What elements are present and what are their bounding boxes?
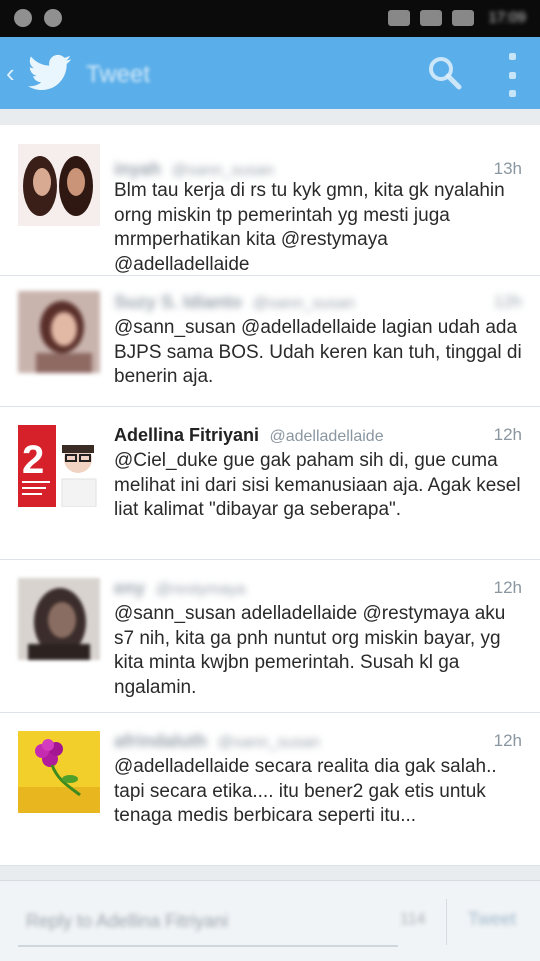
svg-text:2: 2: [22, 438, 44, 482]
overflow-menu-icon[interactable]: [502, 53, 522, 97]
app-bar: ‹ Tweet: [0, 37, 540, 109]
tweet-author-name[interactable]: Adellina Fitriyani: [114, 425, 259, 445]
tweet-author-handle[interactable]: @restymaya: [155, 581, 245, 598]
tweet-header: Suzy S. Idianto @sann_susan 12h: [114, 292, 522, 316]
tweet-author-handle[interactable]: @sann_susan: [252, 295, 355, 312]
tweet-timestamp: 12h: [493, 578, 522, 597]
tweet-header: Adellina Fitriyani @adelladellaide 12h: [114, 425, 522, 449]
tweet-author-handle[interactable]: @adelladellaide: [269, 428, 383, 445]
tweet-header: eny @restymaya 12h: [114, 578, 522, 602]
tweet-author-handle[interactable]: @sann_susan: [217, 734, 320, 751]
avatar[interactable]: 2: [18, 425, 100, 507]
tweet-item[interactable]: 2 Adellina Fitriyani @adelladellaide 12h…: [0, 407, 540, 560]
tweet-reply-button[interactable]: Tweet: [458, 909, 526, 937]
search-icon[interactable]: [425, 53, 465, 93]
reply-placeholder: Reply to Adellina Fitriyani: [26, 911, 229, 931]
status-indicators: 17:09: [388, 9, 526, 26]
back-icon[interactable]: ‹: [6, 60, 22, 86]
tweet-header: afrindaluth @sann_susan 12h: [114, 731, 522, 755]
tweet-text: @Ciel_duke gue gak paham sih di, gue cum…: [114, 450, 521, 520]
avatar[interactable]: [18, 731, 100, 813]
avatar[interactable]: [18, 578, 100, 660]
tweet-timestamp: 12h: [493, 731, 522, 750]
status-bar: 17:09: [0, 0, 540, 37]
tweet-timestamp: 12h: [493, 425, 522, 444]
character-count: 114: [400, 911, 426, 928]
tweet-author-name[interactable]: eny: [114, 578, 145, 598]
notification-icon: [44, 9, 62, 27]
tweet-author-name[interactable]: Suzy S. Idianto: [114, 292, 242, 312]
twitter-bird-icon[interactable]: [28, 54, 72, 92]
tweet-feed: inyah @sann_susan 13h Blm tau kerja di r…: [0, 109, 540, 866]
tweet-text: @sann_susan @adelladellaide lagian udah …: [114, 317, 522, 387]
tweet-item[interactable]: afrindaluth @sann_susan 12h @adelladella…: [0, 713, 540, 866]
app-bar-title: Tweet: [86, 61, 151, 88]
tweet-text: Blm tau kerja di rs tu kyk gmn, kita gk …: [114, 180, 505, 275]
tweet-timestamp: 12h: [493, 292, 522, 311]
avatar[interactable]: [18, 144, 100, 226]
tweet-author-name[interactable]: inyah: [114, 159, 161, 179]
notification-icon: [14, 9, 32, 27]
signal-icon: [420, 9, 443, 26]
tweet-item[interactable]: Suzy S. Idianto @sann_susan 12h @sann_su…: [0, 276, 540, 407]
wifi-icon: [388, 9, 411, 26]
status-notifications: [14, 9, 62, 27]
avatar[interactable]: [18, 291, 100, 373]
tweet-timestamp: 13h: [493, 159, 522, 178]
reply-input[interactable]: Reply to Adellina Fitriyani: [18, 899, 398, 947]
divider: [446, 899, 447, 945]
tweet-author-handle[interactable]: @sann_susan: [171, 162, 274, 179]
tweet-item[interactable]: eny @restymaya 12h @sann_susan adelladel…: [0, 560, 540, 713]
status-time: 17:09: [488, 9, 526, 26]
battery-icon: [452, 9, 475, 26]
tweet-item[interactable]: inyah @sann_susan 13h Blm tau kerja di r…: [0, 125, 540, 276]
tweet-author-name[interactable]: afrindaluth: [114, 731, 207, 751]
tweet-text: @sann_susan adelladellaide @restymaya ak…: [114, 603, 506, 698]
reply-compose-bar: Reply to Adellina Fitriyani 114 Tweet: [0, 880, 540, 961]
tweet-text: @adelladellaide secara realita dia gak s…: [114, 756, 497, 826]
